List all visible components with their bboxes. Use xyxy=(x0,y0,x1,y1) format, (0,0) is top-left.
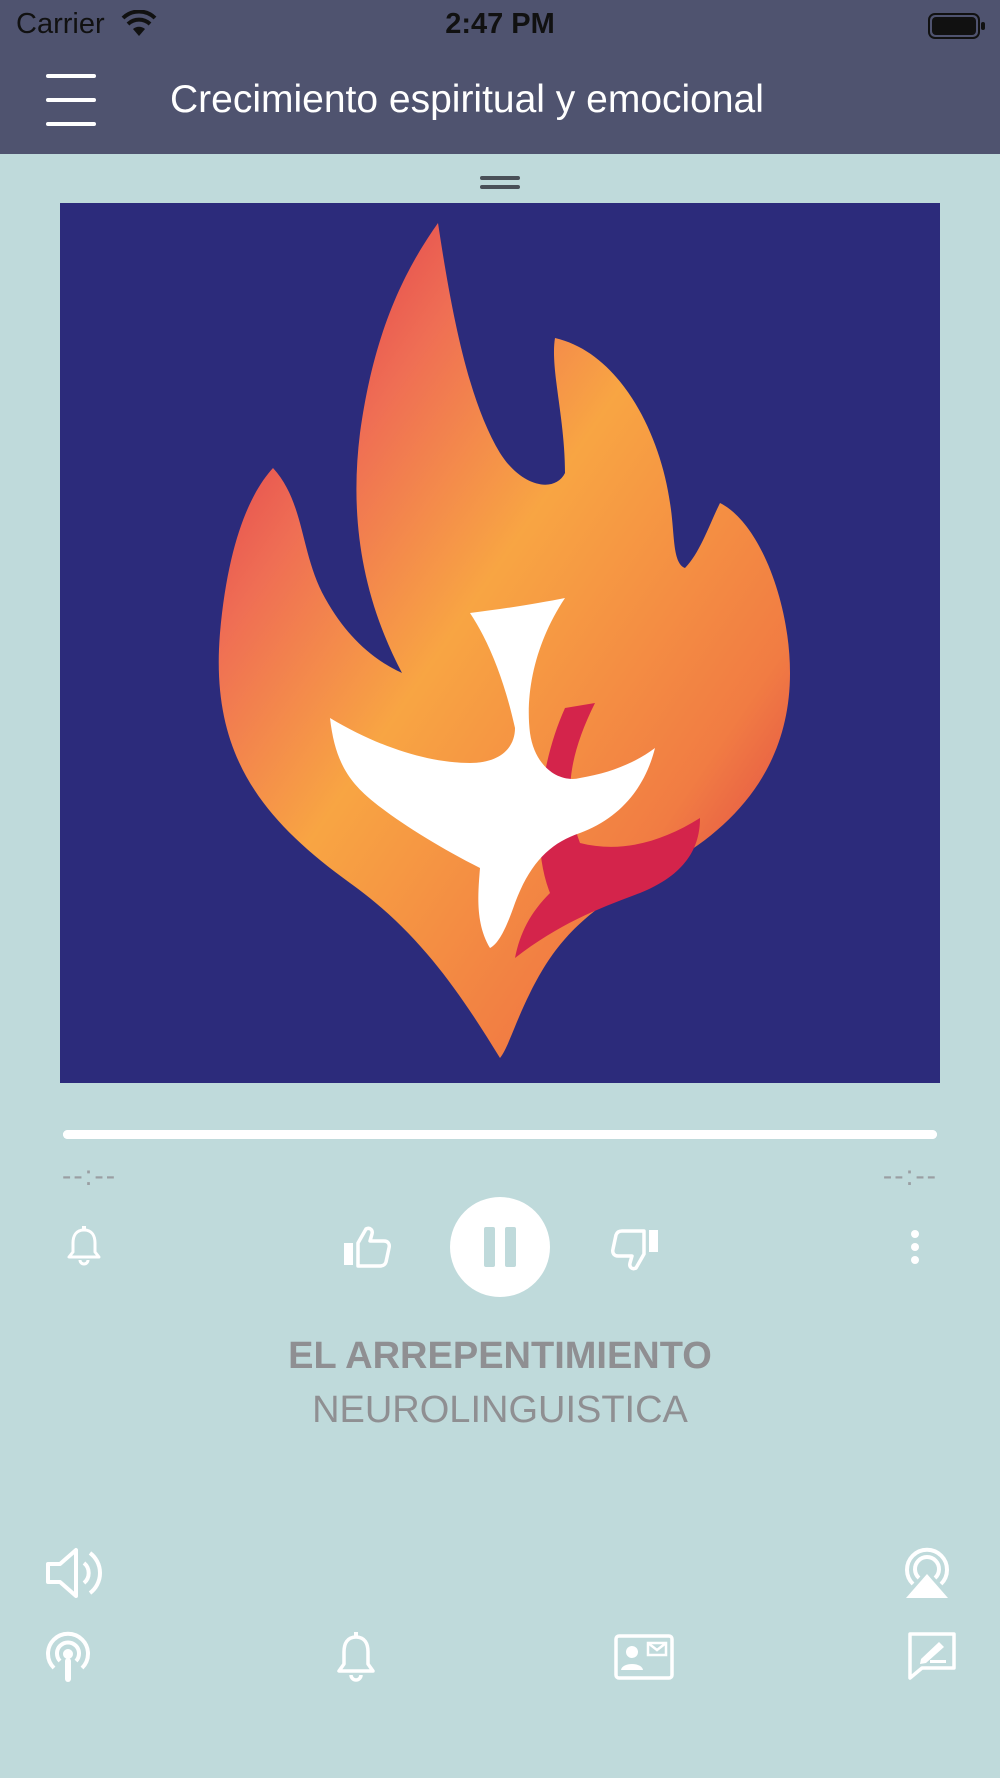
thumbs-down-icon[interactable] xyxy=(610,1228,660,1277)
contact-card-icon[interactable] xyxy=(614,1634,674,1685)
more-vertical-icon[interactable] xyxy=(906,1228,924,1273)
volume-icon[interactable] xyxy=(44,1545,106,1606)
flame-dove-logo xyxy=(218,223,791,1058)
battery-icon xyxy=(928,12,986,45)
album-artwork xyxy=(60,203,940,1083)
remaining-time: --:-- xyxy=(882,1160,938,1191)
progress-fill xyxy=(63,1130,937,1139)
thumbs-up-icon[interactable] xyxy=(342,1225,392,1274)
pause-button[interactable] xyxy=(450,1197,550,1297)
pause-icon-bar xyxy=(505,1227,516,1267)
bell-icon[interactable] xyxy=(336,1632,376,1687)
clock: 2:47 PM xyxy=(445,8,555,40)
track-artist: NEUROLINGUISTICA xyxy=(312,1389,688,1431)
airplay-icon[interactable] xyxy=(896,1542,958,1605)
elapsed-time: --:-- xyxy=(62,1160,118,1191)
page-title: Crecimiento espiritual y emocional xyxy=(170,78,764,121)
compose-message-icon[interactable] xyxy=(906,1630,958,1687)
drag-handle-icon[interactable] xyxy=(480,176,520,192)
podcast-icon[interactable] xyxy=(42,1630,94,1689)
track-title: EL ARREPENTIMIENTO xyxy=(288,1335,712,1377)
progress-bar[interactable] xyxy=(63,1130,937,1139)
pause-icon xyxy=(484,1227,495,1267)
status-bar: Carrier 2:47 PM xyxy=(0,0,1000,52)
header-bar: Crecimiento espiritual y emocional xyxy=(0,52,1000,154)
alarm-bell-icon[interactable] xyxy=(66,1226,102,1271)
hamburger-menu-icon[interactable] xyxy=(46,74,100,128)
